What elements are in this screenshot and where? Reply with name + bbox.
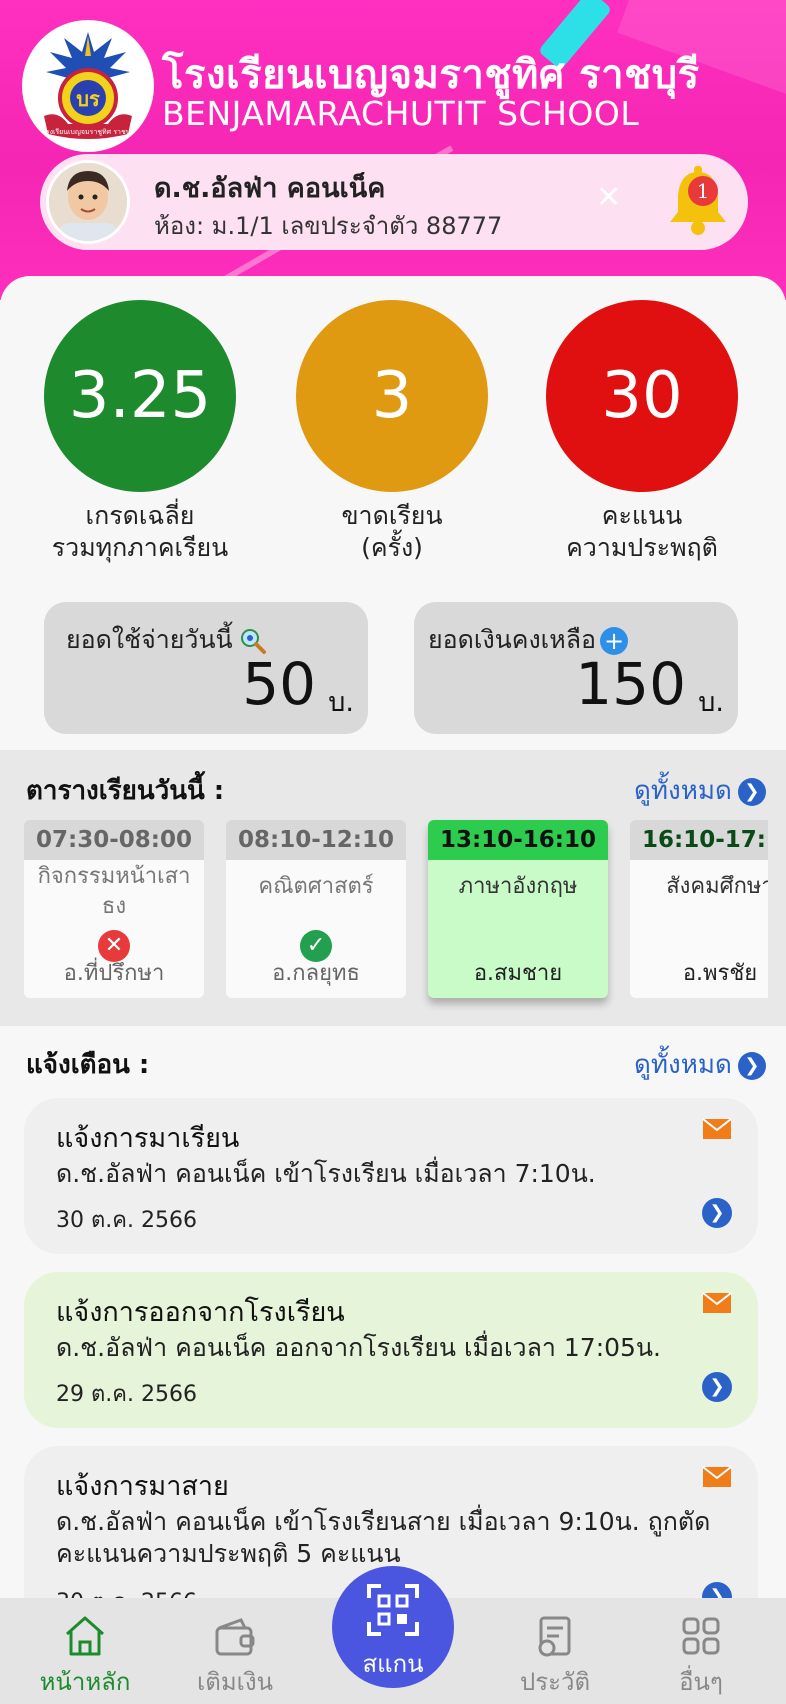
student-class-id: ห้อง: ม.1/1 เลขประจำตัว 88777 xyxy=(154,212,503,240)
class-time: 08:10-12:10 xyxy=(226,820,406,860)
today-spending-label-text: ยอดใช้จ่ายวันนี้ xyxy=(66,625,233,654)
class-card[interactable]: 07:30-08:00 กิจกรรมหน้าเสาธง ✕ อ.ที่ปรึก… xyxy=(24,820,204,998)
wallet-icon xyxy=(215,1618,255,1656)
behavior-score-label: คะแนน ความประพฤติ xyxy=(566,501,718,562)
currency-unit: บ. xyxy=(328,687,354,718)
today-spending-value: 50 xyxy=(242,650,316,718)
gpa-stat[interactable]: 3.25 xyxy=(44,300,236,492)
alerts-see-all-text: ดูทั้งหมด xyxy=(634,1050,732,1080)
nav-home[interactable]: หน้าหลัก xyxy=(10,1598,160,1704)
student-avatar xyxy=(46,160,130,244)
chevron-right-icon[interactable]: ❯ xyxy=(702,1372,732,1402)
chevron-right-icon[interactable]: ❯ xyxy=(702,1198,732,1228)
notification-badge: 1 xyxy=(688,176,718,206)
class-teacher: อ.ที่ปรึกษา xyxy=(63,961,165,986)
school-crest-icon: บร โรงเรียนเบญจมราชูทิศ ราชบุรี xyxy=(42,32,134,139)
mail-icon xyxy=(702,1118,732,1139)
qr-scan-icon xyxy=(367,1584,419,1636)
class-card[interactable]: 08:10-12:10 คณิตศาสตร์ ✓ อ.กลยุทธ xyxy=(226,820,406,998)
alert-date: 30 ต.ค. 2566 xyxy=(56,1208,197,1233)
alert-body: ด.ช.อัลฟ่า คอนเน็ค เข้าโรงเรียน เมื่อเวล… xyxy=(56,1159,596,1188)
history-document-icon xyxy=(538,1616,571,1657)
nav-home-label: หน้าหลัก xyxy=(39,1668,131,1696)
alerts-see-all-link[interactable]: ดูทั้งหมด ❯ xyxy=(634,1044,766,1085)
scan-label: สแกน xyxy=(362,1650,424,1678)
absence-stat[interactable]: 3 xyxy=(296,300,488,492)
schedule-title: ตารางเรียนวันนี้ : xyxy=(26,776,225,806)
class-teacher: อ.สมชาย xyxy=(473,961,563,986)
grid-menu-icon xyxy=(682,1617,720,1655)
alert-card[interactable]: แจ้งการออกจากโรงเรียน ด.ช.อัลฟ่า คอนเน็ค… xyxy=(24,1272,758,1428)
alert-title: แจ้งการออกจากโรงเรียน xyxy=(56,1297,345,1328)
logo-ribbon-text: โรงเรียนเบญจมราชูทิศ ราชบุรี xyxy=(42,127,134,136)
behavior-score-stat[interactable]: 30 xyxy=(546,300,738,492)
nav-more[interactable]: อื่นๆ xyxy=(626,1598,776,1704)
balance-label-text: ยอดเงินคงเหลือ xyxy=(428,625,597,654)
chevron-right-icon: ❯ xyxy=(737,777,766,806)
class-time: 07:30-08:00 xyxy=(24,820,204,860)
gpa-label: เกรดเฉลี่ย รวมทุกภาคเรียน xyxy=(51,501,229,562)
currency-unit: บ. xyxy=(698,687,724,718)
class-subject: สังคมศึกษา xyxy=(666,874,768,899)
mail-icon xyxy=(702,1466,732,1487)
nav-more-label: อื่นๆ xyxy=(679,1668,723,1696)
today-spending-card[interactable]: ยอดใช้จ่ายวันนี้ 50 บ. xyxy=(44,602,368,734)
schedule-see-all-text: ดูทั้งหมด xyxy=(634,776,732,806)
logo-monogram: บร xyxy=(76,87,100,111)
class-time: 13:10-16:10 xyxy=(428,820,608,860)
alert-date: 29 ต.ค. 2566 xyxy=(56,1382,197,1407)
class-subject: กิจกรรมหน้าเสาธง xyxy=(37,864,191,919)
mail-icon xyxy=(702,1292,732,1313)
alert-title: แจ้งการมาสาย xyxy=(56,1471,229,1502)
alert-title: แจ้งการมาเรียน xyxy=(56,1123,240,1154)
class-card-current[interactable]: 13:10-16:10 ภาษาอังกฤษ อ.สมชาย xyxy=(428,820,608,998)
class-subject: คณิตศาสตร์ xyxy=(258,874,374,899)
alert-body: ด.ช.อัลฟ่า คอนเน็ค เข้าโรงเรียนสาย เมื่อ… xyxy=(56,1507,711,1568)
balance-card[interactable]: ยอดเงินคงเหลือ + 150 บ. xyxy=(414,602,738,734)
chevron-right-icon: ❯ xyxy=(737,1051,766,1080)
class-card-overflow: 16:10-17:10 สังคมศึกษา อ.พรชัย xyxy=(630,820,768,998)
nav-history[interactable]: ประวัติ xyxy=(480,1598,630,1704)
home-icon xyxy=(66,1616,104,1656)
schedule-see-all-link[interactable]: ดูทั้งหมด ❯ xyxy=(634,770,766,811)
alert-body: ด.ช.อัลฟ่า คอนเน็ค ออกจากโรงเรียน เมื่อเ… xyxy=(56,1333,661,1362)
school-name-english: BENJAMARACHUTIT SCHOOL xyxy=(162,94,640,133)
student-profile-card[interactable]: ด.ช.อัลฟ่า คอนเน็ค ห้อง: ม.1/1 เลขประจำต… xyxy=(40,154,748,250)
alerts-title: แจ้งเตือน : xyxy=(26,1050,150,1080)
today-spending-label: ยอดใช้จ่ายวันนี้ xyxy=(66,620,267,660)
class-subject: ภาษาอังกฤษ xyxy=(458,874,578,899)
class-teacher: อ.กลยุทธ xyxy=(272,961,360,986)
nav-topup-label: เติมเงิน xyxy=(197,1668,273,1696)
scan-button[interactable]: สแกน xyxy=(332,1566,454,1688)
alert-card[interactable]: แจ้งการมาเรียน ด.ช.อัลฟ่า คอนเน็ค เข้าโร… xyxy=(24,1098,758,1254)
class-time: 16:10-17:10 xyxy=(630,820,768,860)
balance-value: 150 xyxy=(575,650,686,718)
student-name: ด.ช.อัลฟ่า คอนเน็ค xyxy=(154,173,386,204)
close-icon[interactable]: ✕ xyxy=(596,180,621,215)
class-teacher: อ.พรชัย xyxy=(682,961,758,986)
absence-label: ขาดเรียน (ครั้ง) xyxy=(341,501,443,562)
nav-history-label: ประวัติ xyxy=(519,1668,591,1696)
nav-topup[interactable]: เติมเงิน xyxy=(160,1598,310,1704)
school-logo: บร โรงเรียนเบญจมราชูทิศ ราชบุรี xyxy=(22,20,154,152)
class-card[interactable]: 16:10-17:10 สังคมศึกษา อ.พรชัย xyxy=(630,820,768,998)
avatar-icon xyxy=(49,163,127,241)
